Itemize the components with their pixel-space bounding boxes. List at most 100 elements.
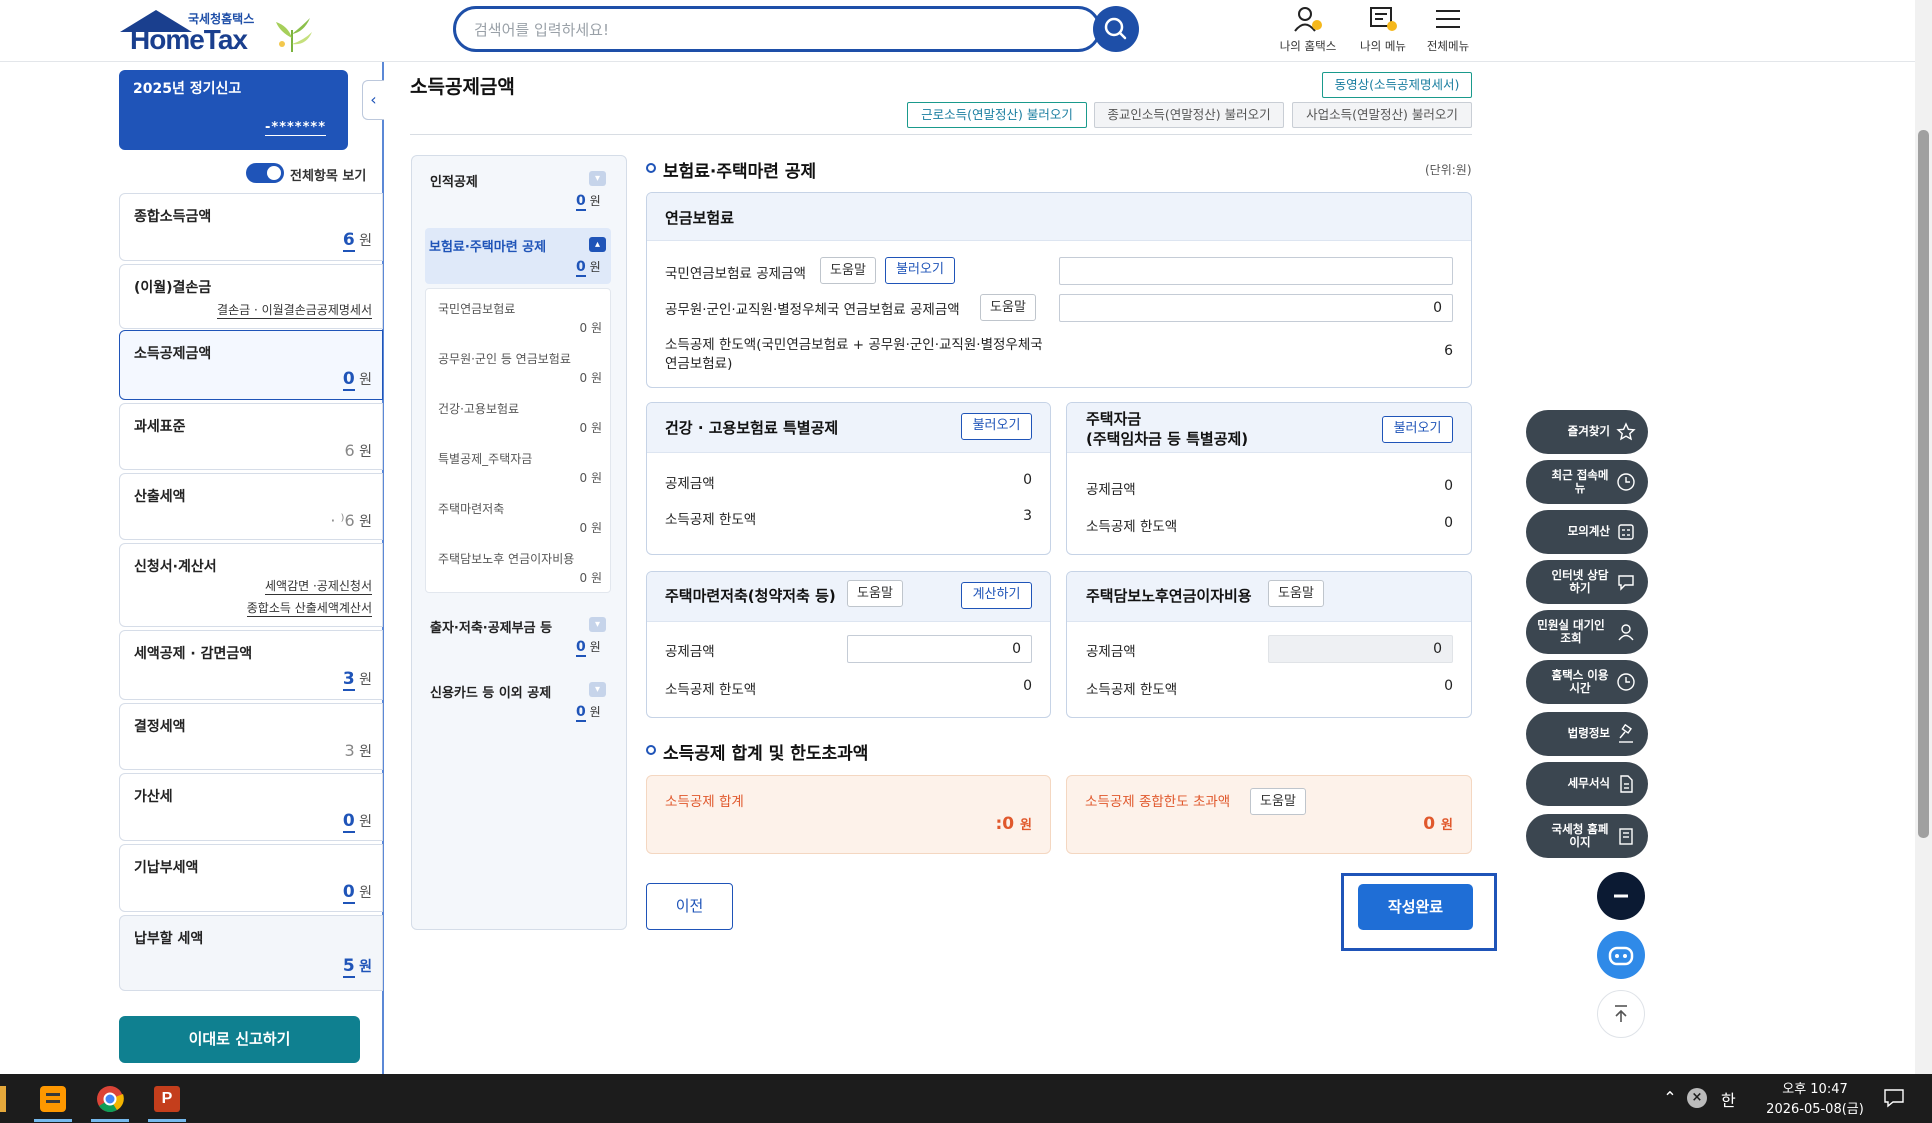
complete-button[interactable]: 작성완료	[1358, 884, 1473, 930]
search-bar	[453, 6, 1101, 52]
quick-favorites[interactable]: 즐겨찾기	[1526, 410, 1648, 454]
subnav-insurance-housing[interactable]: 보험료·주택마련 공제	[429, 236, 546, 255]
collapse-sidebar-button[interactable]: ‹	[362, 80, 384, 120]
taskbar-sublime-icon[interactable]	[30, 1080, 76, 1122]
tax-calculation-link[interactable]: 종합소득 산출세액계산서	[246, 599, 372, 617]
load-business-income-button[interactable]: 사업소득(연말정산) 불러오기	[1292, 102, 1472, 128]
subnav-subitem[interactable]: 건강·고용보험료	[438, 400, 519, 417]
load-housing-button[interactable]: 불러오기	[1382, 416, 1453, 443]
load-health-button[interactable]: 불러오기	[961, 413, 1032, 440]
taskbar-powerpoint-icon[interactable]: P	[144, 1080, 190, 1122]
sidebar-item-calculated-tax[interactable]: 산출세액 · ⁾6 원	[119, 473, 383, 540]
sidebar-item-tax-credit[interactable]: 세액공제 · 감면금액 3 원	[119, 630, 383, 700]
help-button[interactable]: 도움말	[820, 257, 876, 284]
sidebar-item-value: 5 원	[342, 956, 372, 978]
chevron-down-icon[interactable]: ▾	[589, 617, 606, 632]
sidebar-item-prepaid-tax[interactable]: 기납부세액 0 원	[119, 844, 383, 912]
chevron-up-icon[interactable]: ▴	[589, 237, 606, 252]
sidebar-item-income-deduction[interactable]: 소득공제금액 0 원	[119, 330, 383, 400]
quick-recent-menu[interactable]: 최근 접속메뉴	[1526, 460, 1648, 504]
load-pension-button[interactable]: 불러오기	[885, 257, 955, 284]
load-earned-income-button[interactable]: 근로소득(연말정산) 불러오기	[907, 102, 1087, 128]
clock-time[interactable]: 오후 10:47	[1760, 1078, 1870, 1097]
sidebar-item-loss[interactable]: (이월)결손금 결손금 · 이월결손금공제명세서	[119, 264, 383, 329]
quick-tax-forms[interactable]: 세무서식	[1526, 762, 1648, 806]
pension-amount-input[interactable]	[1059, 257, 1453, 285]
chevron-down-icon[interactable]: ▾	[589, 171, 606, 186]
sidebar-item-label: 종합소득금액	[134, 209, 212, 225]
savings-title: 주택마련저축(청약저축 등)	[665, 587, 836, 605]
chevron-down-icon[interactable]: ▾	[589, 682, 606, 697]
nav-my-menu[interactable]: 나의 메뉴	[1348, 4, 1418, 56]
savings-amount-input[interactable]: 0	[847, 635, 1032, 663]
loss-statement-link[interactable]: 결손금 · 이월결손금공제명세서	[217, 301, 372, 319]
sidebar-item-value: 0 원	[342, 369, 372, 391]
video-guide-button[interactable]: 동영상(소득공제명세서)	[1322, 72, 1472, 98]
sidebar-item-payable-tax[interactable]: 납부할 세액 5 원	[119, 915, 383, 991]
subnav-savings[interactable]: 출자·저축·공제부금 등	[430, 617, 552, 636]
help-button[interactable]: 도움말	[980, 294, 1036, 321]
chevron-up-icon[interactable]: ⌃	[1660, 1088, 1680, 1108]
chatbot-button[interactable]	[1597, 931, 1645, 979]
hometax-logo[interactable]: 국세청홈택스 HomeTax	[118, 8, 328, 55]
quick-service-hours[interactable]: 홈택스 이용시간	[1526, 660, 1648, 704]
sidebar-item-label: 가산세	[134, 789, 173, 805]
pension-limit-value: 6	[1444, 343, 1453, 359]
clock-date[interactable]: 2026-05-08(금)	[1760, 1098, 1870, 1117]
calculator-icon	[1618, 524, 1634, 540]
ime-indicator[interactable]: 한	[1721, 1087, 1736, 1111]
housing-amount-label: 공제금액	[1086, 482, 1136, 498]
savings-amount-label: 공제금액	[665, 644, 715, 660]
pension-row3-label-cont: 연금보험료)	[665, 356, 733, 372]
quick-wait-status[interactable]: 민원실 대기인 조회	[1526, 610, 1648, 654]
subnav-subitem[interactable]: 특별공제_주택자금	[438, 450, 532, 467]
app-edge-icon[interactable]	[0, 1086, 6, 1112]
quick-simulation[interactable]: 모의계산	[1526, 510, 1648, 554]
calculate-button[interactable]: 계산하기	[961, 582, 1032, 609]
help-button[interactable]: 도움말	[1268, 580, 1324, 607]
help-button[interactable]: 도움말	[1250, 788, 1306, 815]
subnav-card[interactable]: 신용카드 등 이외 공제	[430, 682, 551, 701]
previous-button[interactable]: 이전	[646, 883, 733, 930]
mortgage-limit-label: 소득공제 한도액	[1086, 682, 1178, 698]
show-all-toggle[interactable]	[246, 163, 284, 183]
public-pension-amount-input[interactable]: 0	[1059, 294, 1453, 322]
scroll-top-button[interactable]	[1597, 990, 1645, 1038]
subnav-subitem-value: 0 원	[579, 371, 603, 385]
nav-my-hometax[interactable]: 나의 홈택스	[1273, 4, 1343, 56]
search-input[interactable]	[474, 19, 1034, 41]
quick-label: 국세청 홈페이지	[1551, 821, 1609, 849]
nav-all-menu[interactable]: 전체메뉴	[1413, 4, 1483, 56]
subnav-subitem[interactable]: 국민연금보험료	[438, 300, 515, 317]
subnav-subitem[interactable]: 주택마련저축	[438, 500, 504, 517]
file-return-button[interactable]: 이대로 신고하기	[119, 1016, 360, 1063]
quick-legal-info[interactable]: 법령정보	[1526, 712, 1648, 756]
zoom-out-button[interactable]	[1597, 872, 1645, 920]
sidebar-item-value: 3 원	[344, 741, 372, 760]
health-title: 건강 · 고용보험료 특별공제	[665, 419, 839, 437]
sidebar-item-label: 산출세액	[134, 489, 186, 505]
search-button[interactable]	[1093, 6, 1139, 52]
sidebar-item-total-income[interactable]: 종합소득금액 6 원	[119, 193, 383, 261]
pension-panel	[646, 192, 1472, 388]
sidebar-item-additional-tax[interactable]: 가산세 0 원	[119, 773, 383, 841]
subnav-value: 0 원	[576, 259, 601, 277]
section-bullet-icon	[646, 745, 656, 755]
help-button[interactable]: 도움말	[847, 580, 903, 607]
subnav-subitem[interactable]: 공무원·군인 등 연금보험료	[438, 350, 571, 367]
reduction-application-link[interactable]: 세액감면 ·공제신청서	[265, 577, 372, 595]
sidebar-item-applications[interactable]: 신청서·계산서 세액감면 ·공제신청서 종합소득 산출세액계산서	[119, 543, 383, 627]
close-circle-icon[interactable]: ×	[1687, 1088, 1707, 1108]
total-deduction-box: 소득공제 합계 :0 원	[646, 775, 1051, 854]
notification-icon[interactable]	[1882, 1086, 1906, 1110]
sidebar-item-determined-tax[interactable]: 결정세액 3 원	[119, 703, 383, 770]
sidebar-item-tax-base[interactable]: 과세표준 6 원	[119, 403, 383, 470]
load-religious-income-button[interactable]: 종교인소득(연말정산) 불러오기	[1094, 102, 1284, 128]
taskbar-chrome-icon[interactable]	[87, 1080, 133, 1122]
subnav-personal[interactable]: 인적공제	[430, 171, 478, 190]
subnav-subitem[interactable]: 주택담보노후 연금이자비용	[438, 550, 574, 567]
quick-online-consult[interactable]: 인터넷 상담하기	[1526, 560, 1648, 604]
housing-amount-value: 0	[1444, 478, 1453, 494]
scrollbar-thumb[interactable]	[1918, 130, 1929, 838]
quick-nts-homepage[interactable]: 국세청 홈페이지	[1526, 814, 1648, 858]
